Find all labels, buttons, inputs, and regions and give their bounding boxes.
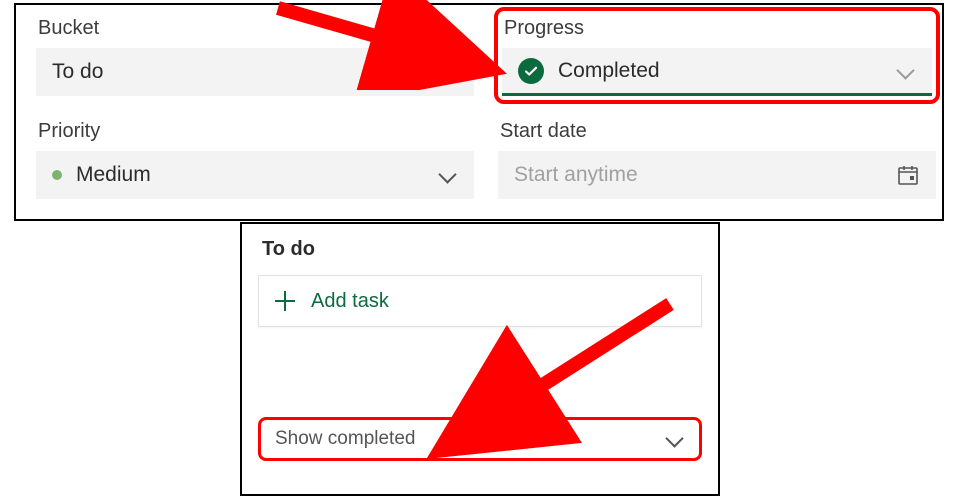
- startdate-placeholder: Start anytime: [514, 163, 638, 187]
- priority-field: Priority Medium: [36, 114, 474, 199]
- bucket-value: To do: [52, 60, 103, 84]
- startdate-field: Start date Start anytime: [498, 114, 936, 199]
- add-task-label: Add task: [311, 290, 389, 313]
- chevron-down-icon: [438, 62, 458, 82]
- chevron-down-icon: [665, 429, 685, 449]
- priority-label: Priority: [38, 120, 474, 143]
- progress-highlight: Progress Completed: [494, 7, 940, 104]
- bucket-label: Bucket: [38, 17, 474, 40]
- show-completed-toggle[interactable]: Show completed 1: [258, 417, 702, 461]
- chevron-down-icon: [438, 165, 458, 185]
- calendar-icon: [896, 163, 920, 187]
- chevron-down-icon: [896, 61, 916, 81]
- bucket-field: Bucket To do: [36, 11, 474, 104]
- bucket-column-panel: To do Add task Show completed 1: [240, 222, 720, 496]
- progress-select[interactable]: Completed: [502, 48, 932, 96]
- show-completed-label: Show completed: [275, 428, 415, 450]
- task-detail-panel: Bucket To do Progress Completed: [14, 3, 944, 221]
- show-completed-count: 1: [441, 428, 452, 450]
- column-title: To do: [262, 238, 698, 261]
- startdate-label: Start date: [500, 120, 936, 143]
- progress-label: Progress: [504, 17, 932, 40]
- progress-field: Progress Completed: [498, 11, 936, 104]
- form-grid: Bucket To do Progress Completed: [16, 5, 942, 199]
- progress-value: Completed: [558, 59, 660, 83]
- add-task-button[interactable]: Add task: [258, 275, 702, 327]
- check-circle-icon: [518, 58, 544, 84]
- priority-value: Medium: [76, 163, 151, 187]
- startdate-input[interactable]: Start anytime: [498, 151, 936, 199]
- priority-select[interactable]: Medium: [36, 151, 474, 199]
- priority-dot-icon: [52, 170, 62, 180]
- plus-icon: [275, 291, 295, 311]
- bucket-select[interactable]: To do: [36, 48, 474, 96]
